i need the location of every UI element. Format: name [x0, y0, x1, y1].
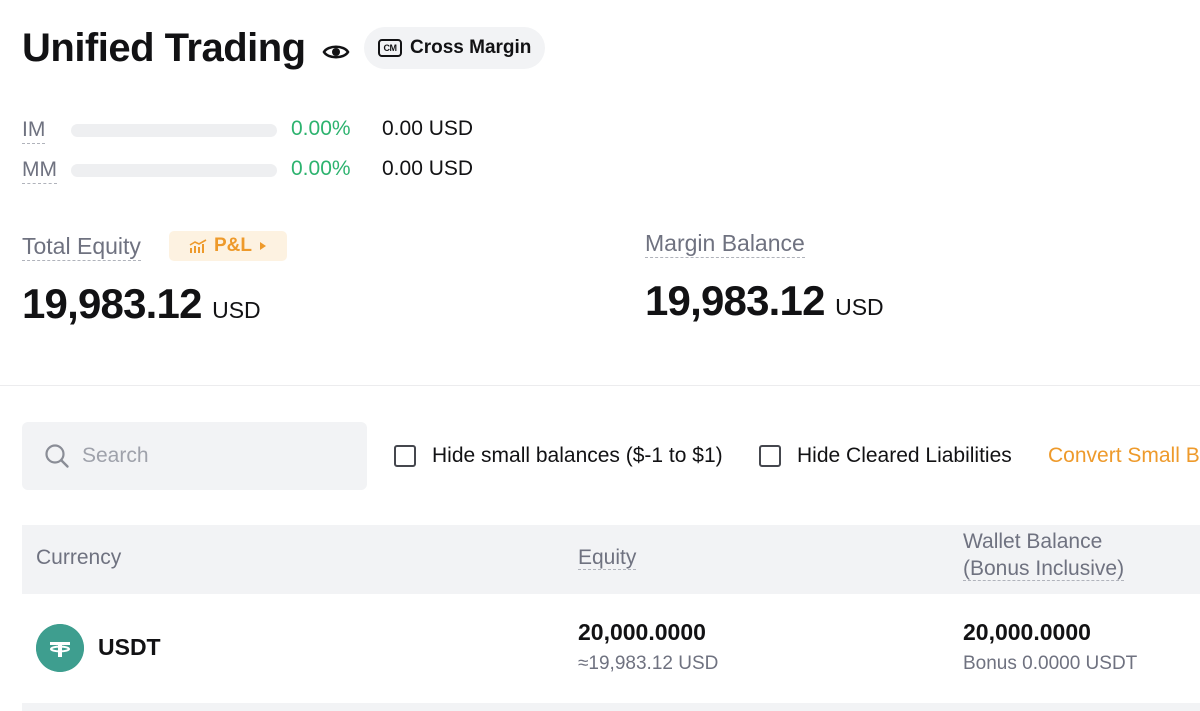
mm-label[interactable]: MM [22, 158, 57, 184]
im-amount: 0.00 USD [382, 117, 474, 140]
cross-margin-badge[interactable]: CM Cross Margin [364, 27, 546, 69]
mm-label-wrap[interactable]: MM [22, 157, 57, 184]
bonus-value: Bonus 0.0000 USDT [963, 653, 1138, 674]
total-equity-unit: USD [212, 297, 261, 323]
margin-balance-label[interactable]: Margin Balance [645, 230, 805, 258]
im-label[interactable]: IM [22, 118, 46, 144]
column-header-bonus-inclusive[interactable]: (Bonus Inclusive) [963, 557, 1125, 581]
equity-usd-value: ≈19,983.12 USD [578, 653, 719, 674]
section-divider [0, 385, 1200, 386]
column-header-wallet-balance: Wallet Balance [963, 530, 1103, 553]
currency-name: USDT [98, 634, 161, 660]
chart-icon [189, 239, 207, 253]
total-equity-value: 19,983.12 [22, 280, 202, 327]
hide-small-balances-checkbox[interactable] [394, 445, 416, 467]
equity-value: 20,000.0000 [578, 619, 706, 645]
hide-cleared-liabilities-toggle[interactable]: Hide Cleared Liabilities [759, 444, 1012, 468]
tether-icon [36, 624, 84, 672]
im-label-wrap[interactable]: IM [22, 117, 46, 144]
hide-small-balances-label[interactable]: Hide small balances ($-1 to $1) [432, 444, 723, 468]
margin-balance-value: 19,983.12 [645, 277, 825, 324]
margin-balance-unit: USD [835, 294, 884, 320]
margin-mode-label: Cross Margin [410, 37, 532, 58]
page-title: Unified Trading [22, 26, 306, 70]
search-box[interactable] [22, 422, 367, 490]
next-row-strip [22, 703, 1200, 711]
mm-amount: 0.00 USD [382, 157, 474, 180]
pnl-label: P&L [214, 235, 252, 256]
column-header-currency: Currency [36, 546, 122, 569]
hide-small-balances-toggle[interactable]: Hide small balances ($-1 to $1) [394, 444, 723, 468]
search-icon [45, 444, 69, 468]
cross-margin-icon: CM [378, 39, 402, 57]
mm-progress-bar [71, 164, 277, 177]
im-progress-bar [71, 124, 277, 137]
pnl-button[interactable]: P&L [169, 231, 287, 261]
eye-icon[interactable] [322, 40, 350, 64]
convert-small-balances-link[interactable]: Convert Small B [1048, 444, 1200, 467]
wallet-balance-value: 20,000.0000 [963, 619, 1091, 645]
hide-cleared-liabilities-label[interactable]: Hide Cleared Liabilities [797, 444, 1012, 468]
total-equity-label[interactable]: Total Equity [22, 233, 141, 261]
hide-cleared-liabilities-checkbox[interactable] [759, 445, 781, 467]
column-header-equity[interactable]: Equity [578, 546, 637, 570]
caret-right-icon [260, 242, 266, 250]
mm-percent: 0.00% [291, 157, 351, 180]
im-percent: 0.00% [291, 117, 351, 140]
search-input[interactable] [80, 443, 354, 469]
